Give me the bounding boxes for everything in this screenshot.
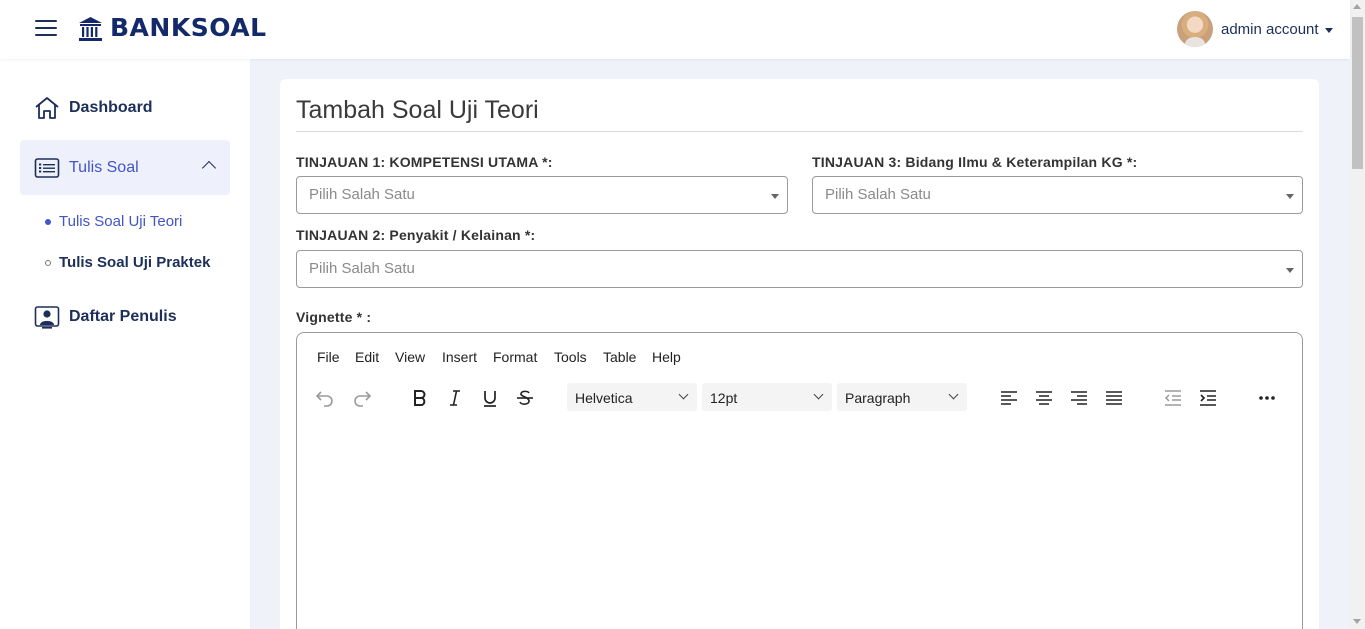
list-icon — [34, 158, 60, 178]
dropdown-arrow-icon — [1286, 194, 1294, 199]
menu-edit[interactable]: Edit — [355, 348, 379, 366]
menu-view[interactable]: View — [395, 348, 425, 366]
sidebar-subitem-label: Tulis Soal Uji Teori — [59, 213, 183, 230]
tinjauan-2-label: TINJAUAN 2: Penyakit / Kelainan *: — [296, 227, 536, 243]
scroll-down-arrow-icon[interactable] — [1353, 619, 1361, 624]
menu-insert[interactable]: Insert — [442, 348, 477, 366]
title-divider — [296, 131, 1303, 132]
sidebar-item-dashboard[interactable]: Dashboard — [20, 80, 230, 135]
sidebar-item-label: Daftar Penulis — [69, 308, 177, 325]
vignette-label: Vignette * : — [296, 309, 372, 325]
menu-table[interactable]: Table — [603, 348, 636, 366]
align-left-icon[interactable] — [994, 383, 1024, 413]
sidebar-item-label: Dashboard — [69, 99, 153, 116]
sidebar-item-tulis-soal[interactable]: Tulis Soal — [20, 140, 230, 195]
more-options-icon[interactable] — [1252, 383, 1282, 413]
scroll-up-arrow-icon[interactable] — [1353, 4, 1361, 9]
menu-file[interactable]: File — [317, 348, 340, 366]
page-scrollbar[interactable] — [1350, 0, 1365, 629]
brand-logo-text[interactable]: BANKSOAL — [110, 12, 267, 44]
menu-help[interactable]: Help — [652, 348, 681, 366]
indent-icon[interactable] — [1193, 383, 1223, 413]
block-format-value: Paragraph — [845, 390, 911, 406]
font-family-value: Helvetica — [575, 390, 633, 406]
bullet-filled-icon — [45, 219, 51, 225]
bank-icon — [79, 17, 102, 41]
hamburger-menu-icon[interactable] — [35, 18, 57, 38]
tinjauan-3-select[interactable]: Pilih Salah Satu — [812, 176, 1303, 214]
scrollbar-thumb[interactable] — [1352, 17, 1363, 169]
sidebar-item-label: Tulis Soal — [69, 159, 139, 176]
tinjauan-3-label: TINJAUAN 3: Bidang Ilmu & Keterampilan K… — [812, 154, 1138, 170]
font-family-dropdown[interactable]: Helvetica — [567, 383, 697, 411]
menu-format[interactable]: Format — [493, 348, 537, 366]
bullet-outline-icon — [45, 260, 51, 266]
chevron-down-icon — [678, 389, 689, 400]
page-title: Tambah Soal Uji Teori — [296, 96, 539, 124]
select-placeholder: Pilih Salah Satu — [309, 260, 415, 277]
chevron-down-icon — [948, 389, 959, 400]
form-card: Tambah Soal Uji Teori TINJAUAN 1: KOMPET… — [280, 79, 1319, 629]
editor-content-area[interactable] — [297, 421, 1302, 629]
tinjauan-2-select[interactable]: Pilih Salah Satu — [296, 250, 1303, 288]
avatar[interactable] — [1177, 11, 1213, 47]
underline-icon[interactable] — [475, 383, 505, 413]
select-placeholder: Pilih Salah Satu — [309, 186, 415, 203]
home-icon — [35, 97, 59, 119]
redo-icon[interactable] — [347, 383, 377, 413]
chevron-up-icon[interactable] — [201, 160, 217, 176]
align-right-icon[interactable] — [1064, 383, 1094, 413]
dropdown-arrow-icon — [1286, 268, 1294, 273]
sidebar-subitem-label: Tulis Soal Uji Praktek — [59, 254, 211, 271]
outdent-icon[interactable] — [1158, 383, 1188, 413]
align-justify-icon[interactable] — [1099, 383, 1129, 413]
tinjauan-1-label: TINJAUAN 1: KOMPETENSI UTAMA *: — [296, 154, 553, 170]
caret-down-icon[interactable] — [1325, 28, 1333, 33]
top-header: BANKSOAL admin account — [0, 0, 1350, 59]
tinjauan-1-select[interactable]: Pilih Salah Satu — [296, 176, 788, 214]
strikethrough-icon[interactable] — [510, 383, 540, 413]
block-format-dropdown[interactable]: Paragraph — [837, 383, 967, 411]
editor-toolbar: Helvetica 12pt Paragraph — [297, 379, 1302, 421]
vignette-rich-text-editor[interactable]: File Edit View Insert Format Tools Table… — [296, 332, 1303, 629]
menu-tools[interactable]: Tools — [554, 348, 587, 366]
select-placeholder: Pilih Salah Satu — [825, 186, 931, 203]
dropdown-arrow-icon — [771, 194, 779, 199]
align-center-icon[interactable] — [1029, 383, 1059, 413]
bold-icon[interactable] — [405, 383, 435, 413]
editor-menubar: File Edit View Insert Format Tools Table… — [297, 333, 1302, 379]
chevron-down-icon — [813, 389, 824, 400]
account-menu-label[interactable]: admin account — [1221, 20, 1319, 40]
font-size-value: 12pt — [710, 390, 738, 406]
sidebar-item-daftar-penulis[interactable]: Daftar Penulis — [20, 289, 230, 344]
user-id-card-icon — [34, 306, 60, 329]
italic-icon[interactable] — [440, 383, 470, 413]
sidebar: Dashboard Tulis Soal Tulis Soal Uji Teor… — [0, 59, 250, 629]
undo-icon[interactable] — [310, 383, 340, 413]
font-size-dropdown[interactable]: 12pt — [702, 383, 832, 411]
